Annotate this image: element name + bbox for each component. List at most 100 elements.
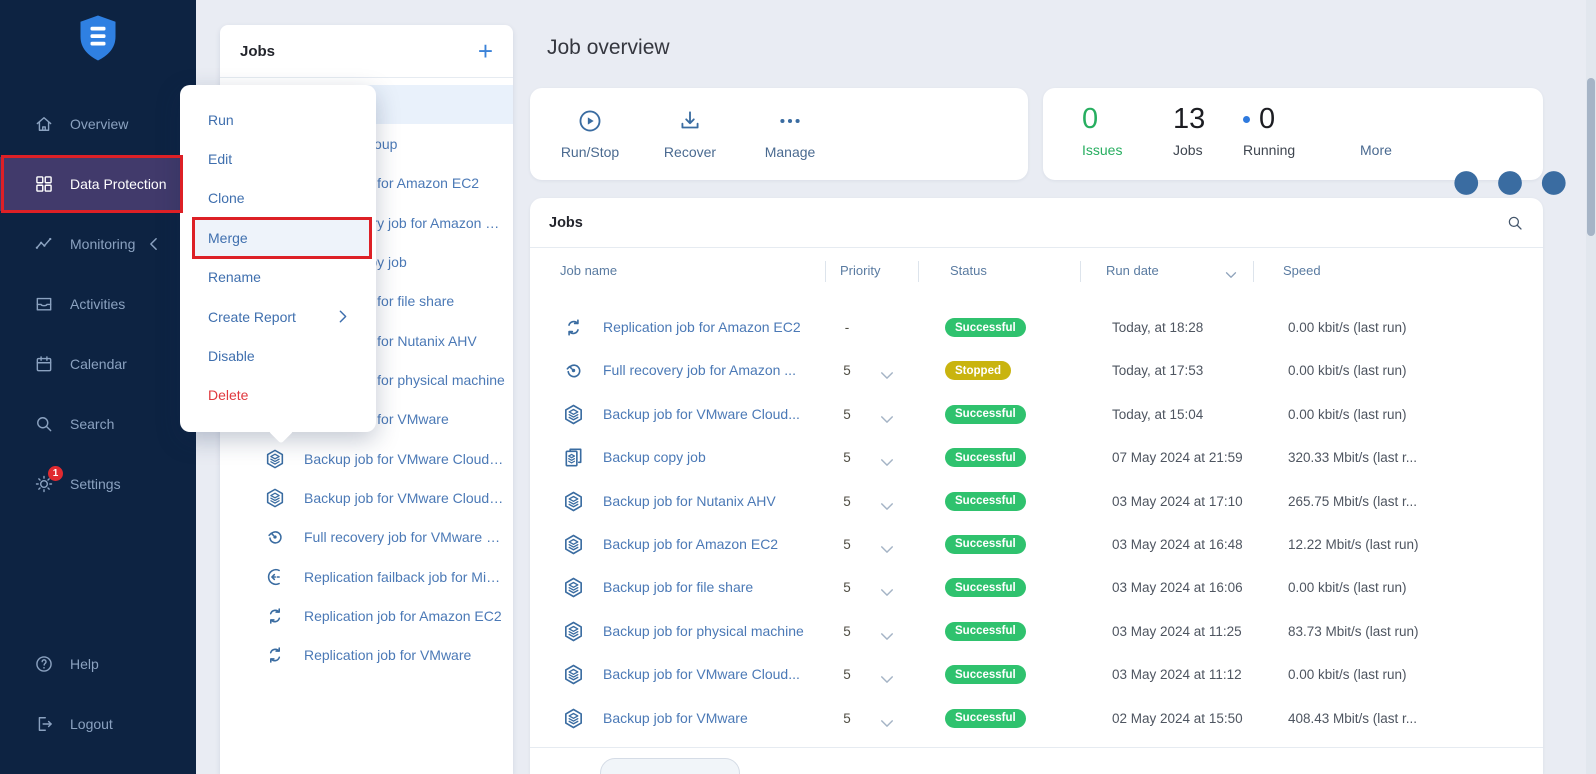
shield-logo-icon[interactable]: [78, 14, 118, 62]
table-row[interactable]: Backup job for file share 5 Successful 0…: [530, 566, 1543, 609]
priority-dropdown-chevron-icon[interactable]: [880, 715, 894, 724]
priority-value: 5: [833, 653, 861, 696]
table-rows: Replication job for Amazon EC2 - Success…: [530, 306, 1543, 740]
sidebar-item-settings[interactable]: 1 Settings: [0, 454, 196, 514]
scrollbar[interactable]: [1586, 0, 1596, 774]
submenu-chevron-icon: [339, 310, 348, 324]
priority-dropdown-chevron-icon[interactable]: [880, 628, 894, 637]
sidebar-item-help[interactable]: Help: [0, 634, 196, 694]
column-header-speed[interactable]: Speed: [1283, 263, 1321, 278]
speed-value: 0.00 kbit/s (last run): [1288, 566, 1407, 609]
sort-chevron-icon[interactable]: [1225, 267, 1237, 275]
job-name-link[interactable]: Backup job for physical machine: [603, 610, 831, 653]
sidebar-item-search[interactable]: Search: [0, 394, 196, 454]
replication-job-icon: [264, 644, 286, 666]
menu-item-delete[interactable]: Delete: [180, 376, 376, 415]
column-divider: [1080, 261, 1081, 282]
stat-issues[interactable]: 0 Issues: [1082, 104, 1122, 158]
sidebar-item-label: Help: [70, 656, 99, 672]
job-list-item[interactable]: Replication job for Amazon EC2: [220, 596, 513, 635]
sidebar-item-calendar[interactable]: Calendar: [0, 334, 196, 394]
job-name-link[interactable]: Replication job for Amazon EC2: [603, 306, 831, 349]
jobs-panel-title: Jobs: [240, 43, 478, 60]
column-divider: [918, 261, 919, 282]
recover-button[interactable]: Recover: [645, 88, 735, 180]
job-list-item-label: Replication job for Amazon EC2: [304, 608, 502, 624]
priority-value: 5: [833, 566, 861, 609]
speed-value: 265.75 Mbit/s (last r...: [1288, 480, 1417, 523]
sidebar-item-overview[interactable]: Overview: [0, 94, 196, 154]
job-name-link[interactable]: Backup job for file share: [603, 566, 831, 609]
sidebar-item-monitoring[interactable]: Monitoring: [0, 214, 196, 274]
column-header-job-name[interactable]: Job name: [560, 263, 617, 278]
ellipsis-icon: [777, 108, 803, 137]
collapse-chevron-icon[interactable]: [149, 237, 158, 251]
job-name-link[interactable]: Backup job for Nutanix AHV: [603, 480, 831, 523]
table-row[interactable]: Backup job for physical machine 5 Succes…: [530, 610, 1543, 653]
sidebar-item-activities[interactable]: Activities: [0, 274, 196, 334]
job-name-link[interactable]: Backup job for VMware Cloud...: [603, 393, 831, 436]
search-icon[interactable]: [1506, 214, 1524, 232]
job-list-item[interactable]: Backup job for VMware Cloud Director: [220, 478, 513, 517]
speed-value: 0.00 kbit/s (last run): [1288, 306, 1407, 349]
status-badge: Successful: [945, 448, 1026, 467]
menu-item-edit[interactable]: Edit: [180, 139, 376, 178]
stat-more[interactable]: More: [1360, 104, 1392, 158]
priority-dropdown-chevron-icon[interactable]: [880, 367, 894, 376]
status-badge: Successful: [945, 492, 1026, 511]
job-list-item[interactable]: Replication job for VMware: [220, 636, 513, 675]
table-row[interactable]: Backup job for Nutanix AHV 5 Successful …: [530, 480, 1543, 523]
menu-item-create-report[interactable]: Create Report: [180, 297, 376, 336]
job-name-link[interactable]: Full recovery job for Amazon ...: [603, 349, 831, 392]
table-row[interactable]: Backup copy job 5 Successful 07 May 2024…: [530, 436, 1543, 479]
run-date-value: 03 May 2024 at 16:48: [1112, 523, 1243, 566]
job-name-link[interactable]: Backup copy job: [603, 436, 831, 479]
table-row[interactable]: Backup job for Amazon EC2 5 Successful 0…: [530, 523, 1543, 566]
menu-item-disable[interactable]: Disable: [180, 336, 376, 375]
job-list-item[interactable]: Replication failback job for Microsoft H…: [220, 557, 513, 596]
priority-dropdown-chevron-icon[interactable]: [880, 411, 894, 420]
menu-item-clone[interactable]: Clone: [180, 179, 376, 218]
speed-value: 12.22 Mbit/s (last run): [1288, 523, 1419, 566]
job-name-link[interactable]: Backup job for VMware: [603, 697, 831, 740]
table-column-headers: Job name Priority Status Run date Speed: [530, 248, 1543, 294]
add-job-button[interactable]: +: [478, 38, 493, 64]
priority-dropdown-chevron-icon[interactable]: [880, 498, 894, 507]
table-row[interactable]: Backup job for VMware Cloud... 5 Success…: [530, 653, 1543, 696]
menu-item-rename[interactable]: Rename: [180, 258, 376, 297]
column-header-priority[interactable]: Priority: [840, 263, 880, 278]
speed-value: 320.33 Mbit/s (last r...: [1288, 436, 1417, 479]
column-header-run-date[interactable]: Run date: [1106, 263, 1159, 278]
sidebar-item-logout[interactable]: Logout: [0, 694, 196, 754]
job-name-link[interactable]: Backup job for Amazon EC2: [603, 523, 831, 566]
run-stop-button[interactable]: Run/Stop: [545, 88, 635, 180]
menu-item-merge[interactable]: Merge: [180, 218, 376, 257]
priority-value: 5: [833, 393, 861, 436]
job-list-item[interactable]: Full recovery job for VMware Cloud Direc…: [220, 518, 513, 557]
table-row[interactable]: Backup job for VMware 5 Successful 02 Ma…: [530, 697, 1543, 740]
action-label: Run/Stop: [561, 144, 619, 160]
manage-button[interactable]: Manage: [745, 88, 835, 180]
menu-item-label: Clone: [208, 190, 245, 206]
job-list-item[interactable]: Backup job for VMware Cloud Director: [220, 439, 513, 478]
priority-dropdown-chevron-icon[interactable]: [880, 541, 894, 550]
ellipsis-icon[interactable]: [1360, 108, 1386, 134]
show-more-button[interactable]: [600, 758, 740, 774]
table-row[interactable]: Backup job for VMware Cloud... 5 Success…: [530, 393, 1543, 436]
stat-running[interactable]: 0 Running: [1243, 104, 1295, 158]
table-row[interactable]: Replication job for Amazon EC2 - Success…: [530, 306, 1543, 349]
status-badge: Successful: [945, 405, 1026, 424]
priority-dropdown-chevron-icon[interactable]: [880, 671, 894, 680]
priority-dropdown-chevron-icon[interactable]: [880, 584, 894, 593]
column-header-status[interactable]: Status: [950, 263, 987, 278]
job-name-link[interactable]: Backup job for VMware Cloud...: [603, 653, 831, 696]
table-row[interactable]: Full recovery job for Amazon ... 5 Stopp…: [530, 349, 1543, 392]
recovery-job-icon: [562, 359, 585, 382]
backup-job-icon: [562, 576, 585, 599]
recovery-job-icon: [264, 526, 286, 548]
scrollbar-thumb[interactable]: [1587, 78, 1595, 236]
priority-value: 5: [833, 697, 861, 740]
stat-jobs[interactable]: 13 Jobs: [1173, 104, 1205, 158]
menu-item-run[interactable]: Run: [180, 100, 376, 139]
priority-dropdown-chevron-icon[interactable]: [880, 454, 894, 463]
